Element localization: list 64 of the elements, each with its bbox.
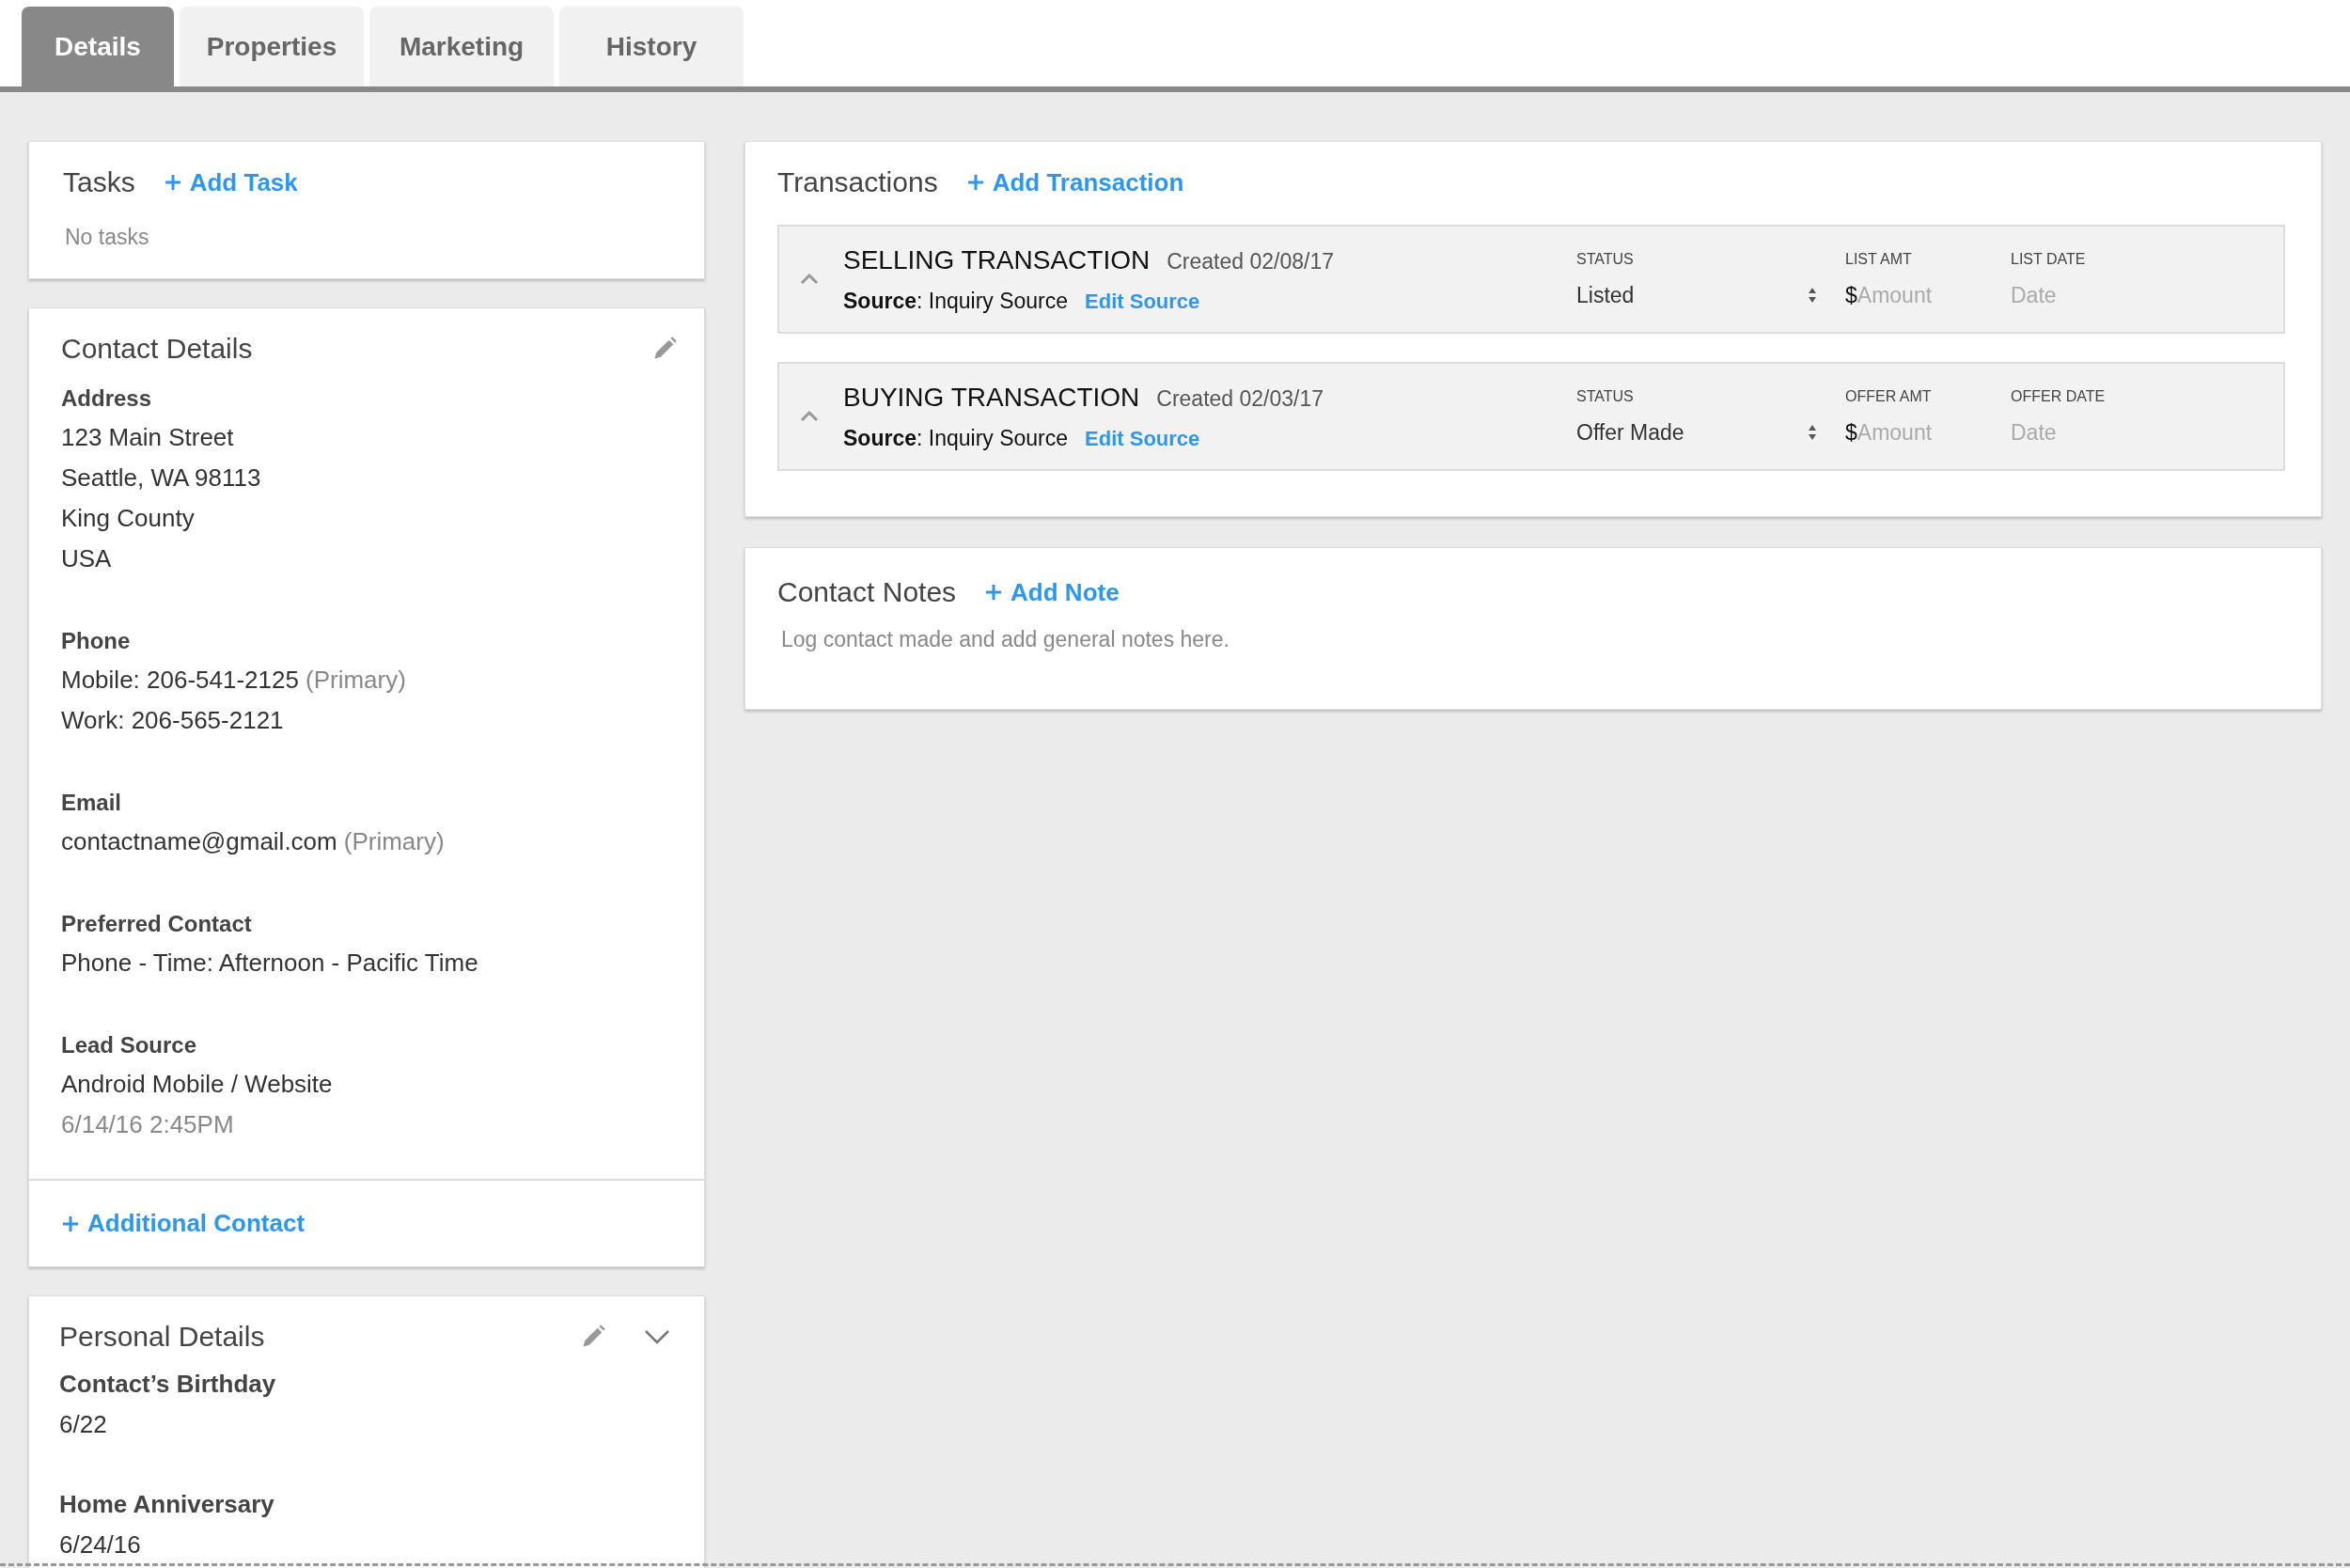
field-value: 6/22 [59,1409,108,1440]
date-field[interactable]: Date [2011,282,2123,308]
field-value: Phone - Time: Afternoon - Pacific Time [61,948,479,979]
status-select[interactable]: Offer Made [1576,419,1845,446]
card-title: Contact Notes [777,576,957,608]
field-value: USA [61,543,113,574]
amount-field[interactable]: Amount [1856,419,1970,446]
field-value: contactname@gmail.com (Primary) [61,826,446,857]
add-note-link[interactable]: Add Note [984,577,1120,607]
transaction-title: BUYING TRANSACTION [843,382,1140,413]
edit-source-link[interactable]: Edit Source [1085,426,1200,451]
up-down-arrows-icon [1808,287,1817,304]
transaction-title: SELLING TRANSACTION [843,244,1151,275]
tab[interactable]: History [559,7,744,86]
source-text: Source: Inquiry Source [843,425,1069,451]
add-task-link[interactable]: Add Task [163,167,298,197]
field-value: 123 Main Street [61,422,235,453]
empty-text: No tasks [64,225,150,250]
source-text: Source: Inquiry Source [843,288,1069,314]
currency-sign: $ [1845,419,1857,446]
column-label: OFFER DATE [2011,387,2107,405]
tab[interactable]: Marketing [369,7,554,86]
column-label: STATUS [1576,387,1635,405]
field-value: Work: 206-565-2121 [61,705,285,736]
amount-field[interactable]: Amount [1856,282,1970,308]
card-title: Contact Details [61,333,253,365]
card-title: Tasks [63,166,135,198]
field-label: Phone [61,628,132,654]
field-label: Preferred Contact [61,911,253,937]
chevron-icon[interactable] [800,274,819,285]
field-label: Contact’s Birthday [59,1370,277,1399]
column-label: STATUS [1576,250,1635,268]
plus-icon [163,173,182,192]
field-label: Email [61,790,123,816]
date-field[interactable]: Date [2011,419,2123,446]
field-value: Mobile: 206-541-2125 (Primary) [61,665,407,696]
tab[interactable]: Properties [180,7,364,86]
column-label: LIST DATE [2011,250,2087,268]
chevron-icon[interactable] [644,1328,670,1345]
field-value: 6/24/16 [59,1529,142,1560]
chevron-icon[interactable] [800,411,819,422]
currency-sign: $ [1845,282,1857,308]
card-title: Personal Details [59,1321,265,1353]
column-label: LIST AMT [1845,250,1913,268]
card-title: Transactions [777,166,938,198]
plus-icon [965,173,985,192]
tab[interactable]: Details [22,7,174,86]
field-value: King County [61,503,196,534]
field-value: Android Mobile / Website [61,1069,334,1100]
field-value: Seattle, WA 98113 [61,463,262,494]
up-down-arrows-icon [1808,424,1817,441]
add-transaction-link[interactable]: Add Transaction [965,167,1184,197]
created-date: Created 02/08/17 [1167,248,1334,274]
column-label: OFFER AMT [1845,387,1933,405]
field-label: Lead Source [61,1032,198,1058]
edit-source-link[interactable]: Edit Source [1085,289,1200,314]
plus-icon [61,1214,80,1233]
created-date: Created 02/03/17 [1156,385,1324,412]
plus-icon [984,583,1004,602]
additional-contact-link[interactable]: Additional Contact [61,1209,306,1238]
field-label: Address [61,385,153,412]
field-value: 6/14/16 2:45PM [61,1109,235,1140]
field-label: Home Anniversary [59,1490,275,1519]
status-select[interactable]: Listed [1576,282,1845,308]
